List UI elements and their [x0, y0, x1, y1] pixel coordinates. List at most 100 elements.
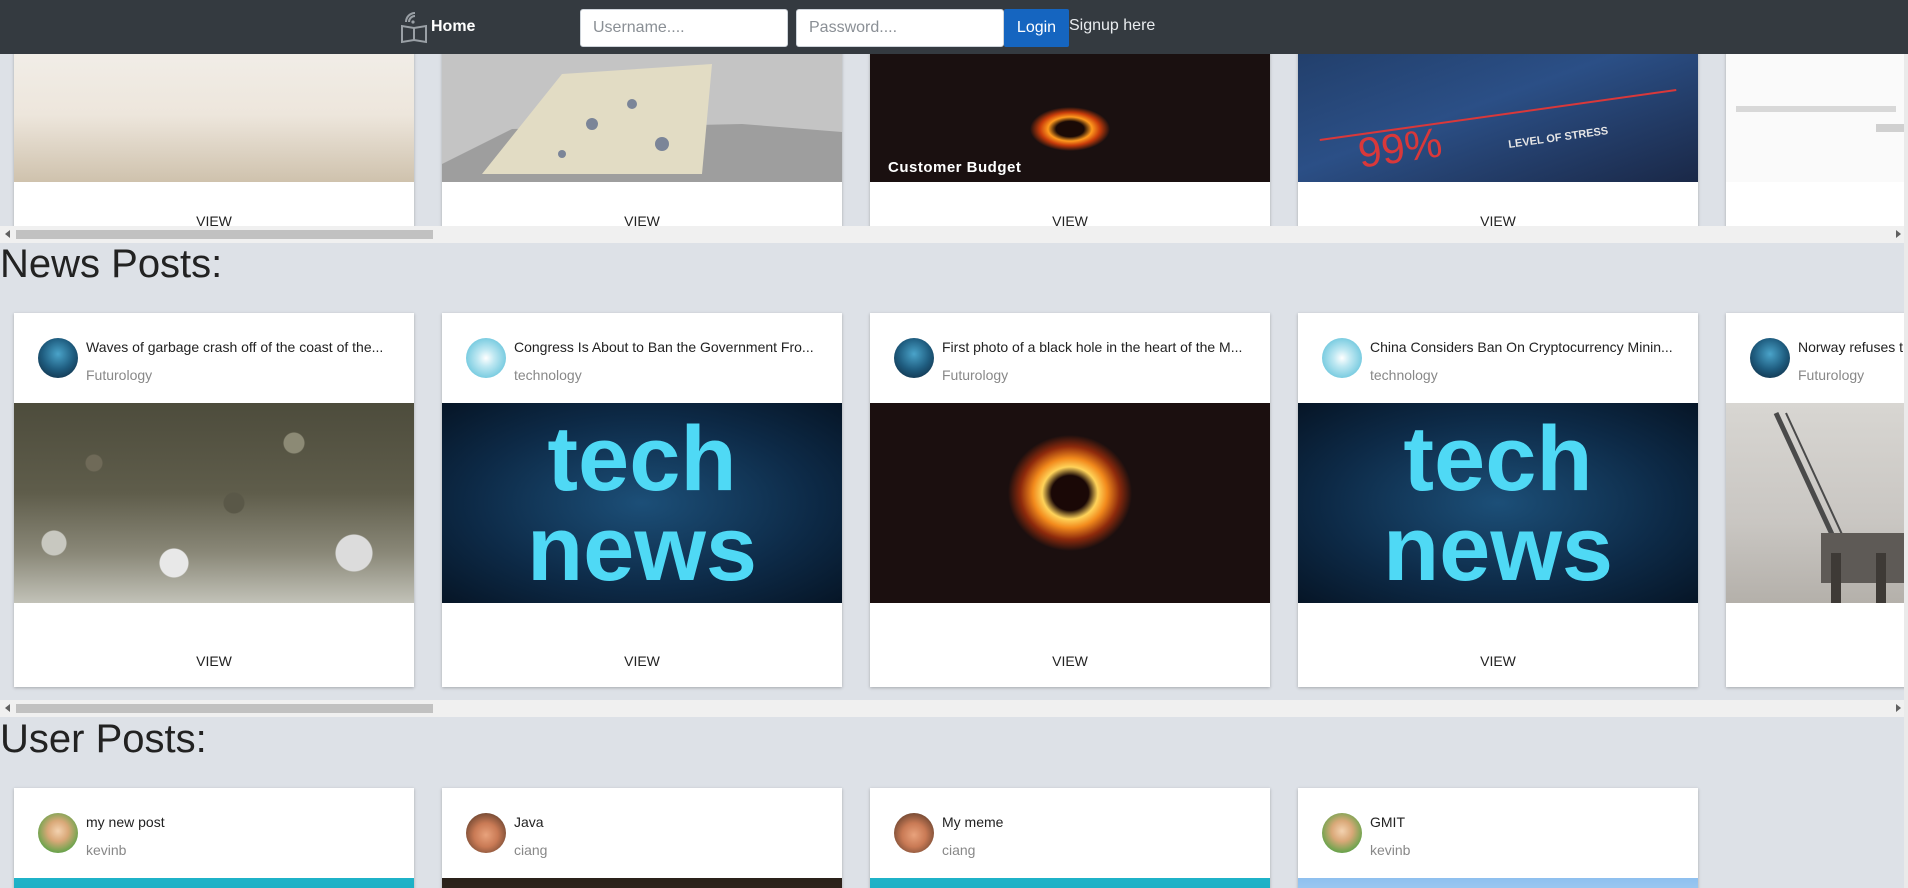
view-button[interactable]: VIEW [1448, 643, 1548, 679]
view-button[interactable]: VIEW [1020, 643, 1120, 679]
card-header: Norway refuses t Futurology [1726, 313, 1908, 403]
user-post-title[interactable]: GMIT [1370, 814, 1690, 830]
cheese-picture [442, 54, 842, 182]
news-card[interactable]: First photo of a black hole in the heart… [870, 313, 1270, 687]
news-title[interactable]: China Considers Ban On Cryptocurrency Mi… [1370, 339, 1690, 355]
news-title[interactable]: Norway refuses t [1798, 339, 1908, 355]
technology-avatar-icon [466, 338, 506, 378]
home-label: Home [431, 18, 476, 35]
post-card: VIEW [442, 54, 842, 226]
post-card [1726, 54, 1908, 226]
oil-platform-image [1726, 403, 1908, 603]
username-input[interactable] [580, 9, 788, 47]
post-card: 99% LEVEL OF STRESS VIEW [1298, 54, 1698, 226]
page-scrollbar[interactable] [1904, 54, 1908, 888]
post-image [1298, 878, 1698, 888]
card-header: my new post kevinb [14, 788, 414, 878]
news-title[interactable]: Waves of garbage crash off of the coast … [86, 339, 406, 355]
garbage-image [14, 403, 414, 603]
news-word: news [1382, 498, 1614, 600]
user-post-card[interactable]: GMIT kevinb [1298, 788, 1698, 888]
scroll-left-arrow-icon[interactable] [5, 704, 10, 712]
futurology-avatar-icon [894, 338, 934, 378]
futurology-avatar-icon [1750, 338, 1790, 378]
scroll-left-arrow-icon[interactable] [5, 230, 10, 238]
card-header: Congress Is About to Ban the Government … [442, 313, 842, 403]
view-button[interactable]: VIEW [164, 203, 264, 226]
book-wifi-icon [401, 12, 427, 44]
news-card[interactable]: China Considers Ban On Cryptocurrency Mi… [1298, 313, 1698, 687]
card-header: China Considers Ban On Cryptocurrency Mi… [1298, 313, 1698, 403]
home-link[interactable]: Home [399, 10, 475, 44]
top-row-scrollbar[interactable] [0, 226, 1908, 243]
card-header: Java ciang [442, 788, 842, 878]
post-image: Customer Budget [870, 54, 1270, 182]
user-avatar [38, 813, 78, 853]
user-post-card[interactable]: my new post kevinb [14, 788, 414, 888]
post-image [14, 54, 414, 182]
card-header: Waves of garbage crash off of the coast … [14, 313, 414, 403]
blurred-text [1736, 106, 1896, 112]
news-card[interactable]: Waves of garbage crash off of the coast … [14, 313, 414, 687]
tech-word: tech [1403, 408, 1593, 510]
password-input[interactable] [796, 9, 1004, 47]
scrollbar-thumb[interactable] [16, 704, 433, 713]
post-image [1726, 54, 1908, 182]
user-post-title[interactable]: My meme [942, 814, 1262, 830]
news-word: news [526, 498, 758, 600]
post-image: 99% LEVEL OF STRESS [1298, 54, 1698, 182]
news-subreddit: Futurology [1798, 367, 1865, 383]
post-image [442, 878, 842, 888]
user-post-author: ciang [942, 842, 976, 858]
news-posts-row: Waves of garbage crash off of the coast … [0, 300, 1908, 700]
news-card[interactable]: Congress Is About to Ban the Government … [442, 313, 842, 687]
login-button[interactable]: Login [1004, 9, 1069, 47]
view-button[interactable]: VIEW [164, 643, 264, 679]
scroll-right-arrow-icon[interactable] [1896, 704, 1901, 712]
stress-bar [1319, 88, 1677, 142]
user-post-title[interactable]: my new post [86, 814, 406, 830]
news-card[interactable]: Norway refuses t Futurology [1726, 313, 1908, 687]
user-post-card[interactable]: Java ciang [442, 788, 842, 888]
futurology-avatar-icon [38, 338, 78, 378]
news-title[interactable]: First photo of a black hole in the heart… [942, 339, 1262, 355]
blurred-text [1876, 124, 1906, 132]
card-header: First photo of a black hole in the heart… [870, 313, 1270, 403]
user-post-author: ciang [514, 842, 548, 858]
post-image [442, 54, 842, 182]
tech-news-image: tech news [442, 403, 842, 603]
user-post-author: kevinb [1370, 842, 1411, 858]
top-navbar: Home Login Signup here [0, 0, 1908, 54]
stress-label: LEVEL OF STRESS [1507, 125, 1610, 151]
view-button[interactable]: VIEW [1448, 203, 1548, 226]
scroll-right-arrow-icon[interactable] [1896, 230, 1901, 238]
oil-rig-picture [1773, 411, 1906, 603]
view-button[interactable]: VIEW [592, 643, 692, 679]
news-subreddit: technology [514, 367, 582, 383]
technology-avatar-icon [1322, 338, 1362, 378]
user-posts-row: my new post kevinb Java ciang My meme ci… [0, 775, 1908, 888]
card-header: GMIT kevinb [1298, 788, 1698, 878]
view-button[interactable]: VIEW [1020, 203, 1120, 226]
user-post-card[interactable]: My meme ciang [870, 788, 1270, 888]
tech-news-image: tech news [1298, 403, 1698, 603]
user-avatar [894, 813, 934, 853]
black-hole-image [870, 403, 1270, 603]
news-subreddit: Futurology [86, 367, 153, 383]
post-image [870, 878, 1270, 888]
image-caption: Customer Budget [888, 159, 1022, 176]
news-row-scrollbar[interactable] [0, 700, 1908, 717]
user-post-author: kevinb [86, 842, 127, 858]
tech-word: tech [547, 408, 737, 510]
post-image [14, 878, 414, 888]
view-button[interactable]: VIEW [592, 203, 692, 226]
news-subreddit: technology [1370, 367, 1438, 383]
user-posts-heading: User Posts: [0, 717, 207, 761]
signup-link[interactable]: Signup here [1069, 17, 1155, 35]
news-posts-heading: News Posts: [0, 242, 223, 286]
top-posts-row: VIEW VIEW Customer Budget VIEW 99% LEVEL… [0, 54, 1908, 226]
news-subreddit: Futurology [942, 367, 1009, 383]
scrollbar-thumb[interactable] [16, 230, 433, 239]
news-title[interactable]: Congress Is About to Ban the Government … [514, 339, 834, 355]
user-post-title[interactable]: Java [514, 814, 834, 830]
